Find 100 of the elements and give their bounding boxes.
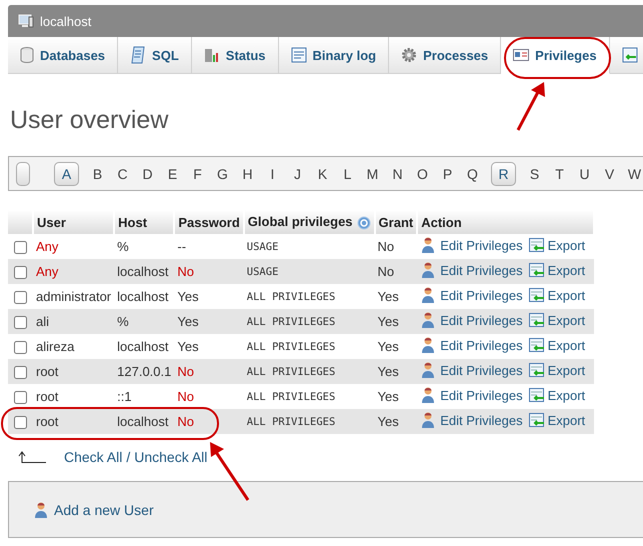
user-cell: alireza bbox=[33, 334, 114, 359]
letter-button[interactable]: Q bbox=[460, 162, 485, 186]
edit-privileges-link[interactable]: Edit Privileges bbox=[420, 337, 523, 353]
tab[interactable]: Processes bbox=[389, 37, 502, 74]
letter-button[interactable]: S bbox=[522, 162, 547, 186]
letter-button[interactable]: N bbox=[385, 162, 410, 186]
tab[interactable]: Binary log bbox=[278, 37, 390, 74]
letter-button[interactable]: M bbox=[360, 162, 385, 186]
letter-button[interactable]: I bbox=[260, 162, 285, 186]
row-checkbox[interactable] bbox=[14, 316, 27, 330]
edit-privileges-link[interactable]: Edit Privileges bbox=[420, 287, 523, 303]
export-icon bbox=[622, 47, 638, 63]
host-cell: % bbox=[114, 309, 174, 334]
password-cell: Yes bbox=[174, 334, 244, 359]
document-icon bbox=[290, 47, 307, 63]
export-icon bbox=[528, 388, 545, 403]
host-cell: 127.0.0.1 bbox=[114, 359, 174, 384]
letter-button[interactable]: B bbox=[85, 162, 110, 186]
tab[interactable]: SQL bbox=[118, 37, 192, 74]
password-cell: No bbox=[174, 384, 244, 409]
host-cell: localhost bbox=[114, 409, 174, 434]
uncheck-all-link[interactable]: Uncheck All bbox=[134, 449, 208, 465]
scroll-icon bbox=[130, 46, 146, 64]
letter-button[interactable]: O bbox=[410, 162, 435, 186]
add-user-link[interactable]: Add a new User bbox=[33, 502, 154, 518]
letter-button[interactable]: U bbox=[572, 162, 597, 186]
grant-cell: Yes bbox=[374, 359, 418, 384]
password-cell: Yes bbox=[174, 284, 244, 309]
privileges-cell: ALL PRIVILEGES bbox=[244, 409, 375, 434]
password-cell: -- bbox=[174, 234, 244, 259]
edit-privileges-link[interactable]: Edit Privileges bbox=[420, 262, 523, 278]
export-link[interactable]: Export bbox=[528, 288, 586, 303]
export-icon bbox=[528, 363, 545, 378]
edit-privileges-link[interactable]: Edit Privileges bbox=[420, 412, 523, 428]
edit-privileges-link[interactable]: Edit Privileges bbox=[420, 387, 523, 403]
password-cell: Yes bbox=[174, 309, 244, 334]
user-cell: root bbox=[33, 359, 114, 384]
separator-text: / bbox=[126, 449, 130, 465]
letter-button[interactable]: L bbox=[335, 162, 360, 186]
user-cell: Any bbox=[33, 259, 114, 284]
letter-button[interactable]: E bbox=[160, 162, 185, 186]
export-icon bbox=[528, 263, 545, 278]
column-header: User bbox=[33, 210, 114, 234]
letter-button[interactable]: R bbox=[491, 162, 516, 186]
export-icon bbox=[528, 238, 545, 253]
letter-button[interactable]: A bbox=[54, 162, 79, 186]
host-cell: % bbox=[114, 234, 174, 259]
grant-cell: Yes bbox=[374, 409, 418, 434]
letter-button[interactable]: G bbox=[210, 162, 235, 186]
password-cell: No bbox=[174, 359, 244, 384]
host-cell: localhost bbox=[114, 284, 174, 309]
letter-button[interactable]: J bbox=[285, 162, 310, 186]
edit-privileges-link[interactable]: Edit Privileges bbox=[420, 312, 523, 328]
letter-button[interactable]: K bbox=[310, 162, 335, 186]
letter-button[interactable]: H bbox=[235, 162, 260, 186]
grant-cell: Yes bbox=[374, 384, 418, 409]
host-cell: localhost bbox=[114, 259, 174, 284]
privileges-cell: ALL PRIVILEGES bbox=[244, 359, 375, 384]
privileges-cell: USAGE bbox=[244, 259, 375, 284]
host-cell: localhost bbox=[114, 334, 174, 359]
letter-button[interactable]: V bbox=[597, 162, 622, 186]
server-icon bbox=[18, 14, 34, 28]
edit-privileges-link[interactable]: Edit Privileges bbox=[420, 362, 523, 378]
user-cell: root bbox=[33, 409, 114, 434]
letter-button[interactable]: C bbox=[110, 162, 135, 186]
check-all-link[interactable]: Check All bbox=[64, 449, 122, 465]
row-checkbox[interactable] bbox=[14, 266, 27, 280]
export-link[interactable]: Export bbox=[528, 363, 586, 378]
grant-cell: Yes bbox=[374, 309, 418, 334]
help-icon[interactable] bbox=[356, 216, 371, 230]
export-link[interactable]: Export bbox=[528, 238, 586, 253]
column-header: Global privileges bbox=[244, 210, 375, 234]
edit-privileges-link[interactable]: Edit Privileges bbox=[420, 237, 523, 253]
tab[interactable]: Status bbox=[192, 37, 279, 74]
row-checkbox[interactable] bbox=[14, 241, 27, 254]
column-header: Password bbox=[174, 210, 244, 234]
row-checkbox[interactable] bbox=[14, 391, 27, 404]
export-link[interactable]: Export bbox=[528, 413, 586, 428]
letter-button[interactable]: F bbox=[185, 162, 210, 186]
tab[interactable]: Databases bbox=[8, 37, 118, 74]
export-link[interactable]: Export bbox=[528, 313, 586, 328]
export-link[interactable]: Export bbox=[528, 338, 586, 353]
user-cell: administrator bbox=[33, 284, 114, 309]
letter-button[interactable]: P bbox=[435, 162, 460, 186]
annotation-arrow bbox=[516, 82, 545, 131]
row-checkbox[interactable] bbox=[14, 291, 27, 304]
row-checkbox[interactable] bbox=[14, 366, 27, 380]
letter-button[interactable]: T bbox=[547, 162, 572, 186]
export-link[interactable]: Export bbox=[528, 388, 586, 403]
person-add-icon bbox=[33, 502, 50, 518]
letter-button[interactable]: W bbox=[622, 162, 643, 186]
row-checkbox[interactable] bbox=[14, 416, 27, 430]
grant-cell: Yes bbox=[374, 334, 418, 359]
password-cell: No bbox=[174, 409, 244, 434]
grant-cell: No bbox=[374, 234, 418, 259]
letter-button[interactable]: D bbox=[135, 162, 160, 186]
privileges-cell: ALL PRIVILEGES bbox=[244, 334, 375, 359]
chart-icon bbox=[204, 47, 220, 63]
row-checkbox[interactable] bbox=[14, 341, 27, 354]
export-link[interactable]: Export bbox=[528, 263, 586, 278]
